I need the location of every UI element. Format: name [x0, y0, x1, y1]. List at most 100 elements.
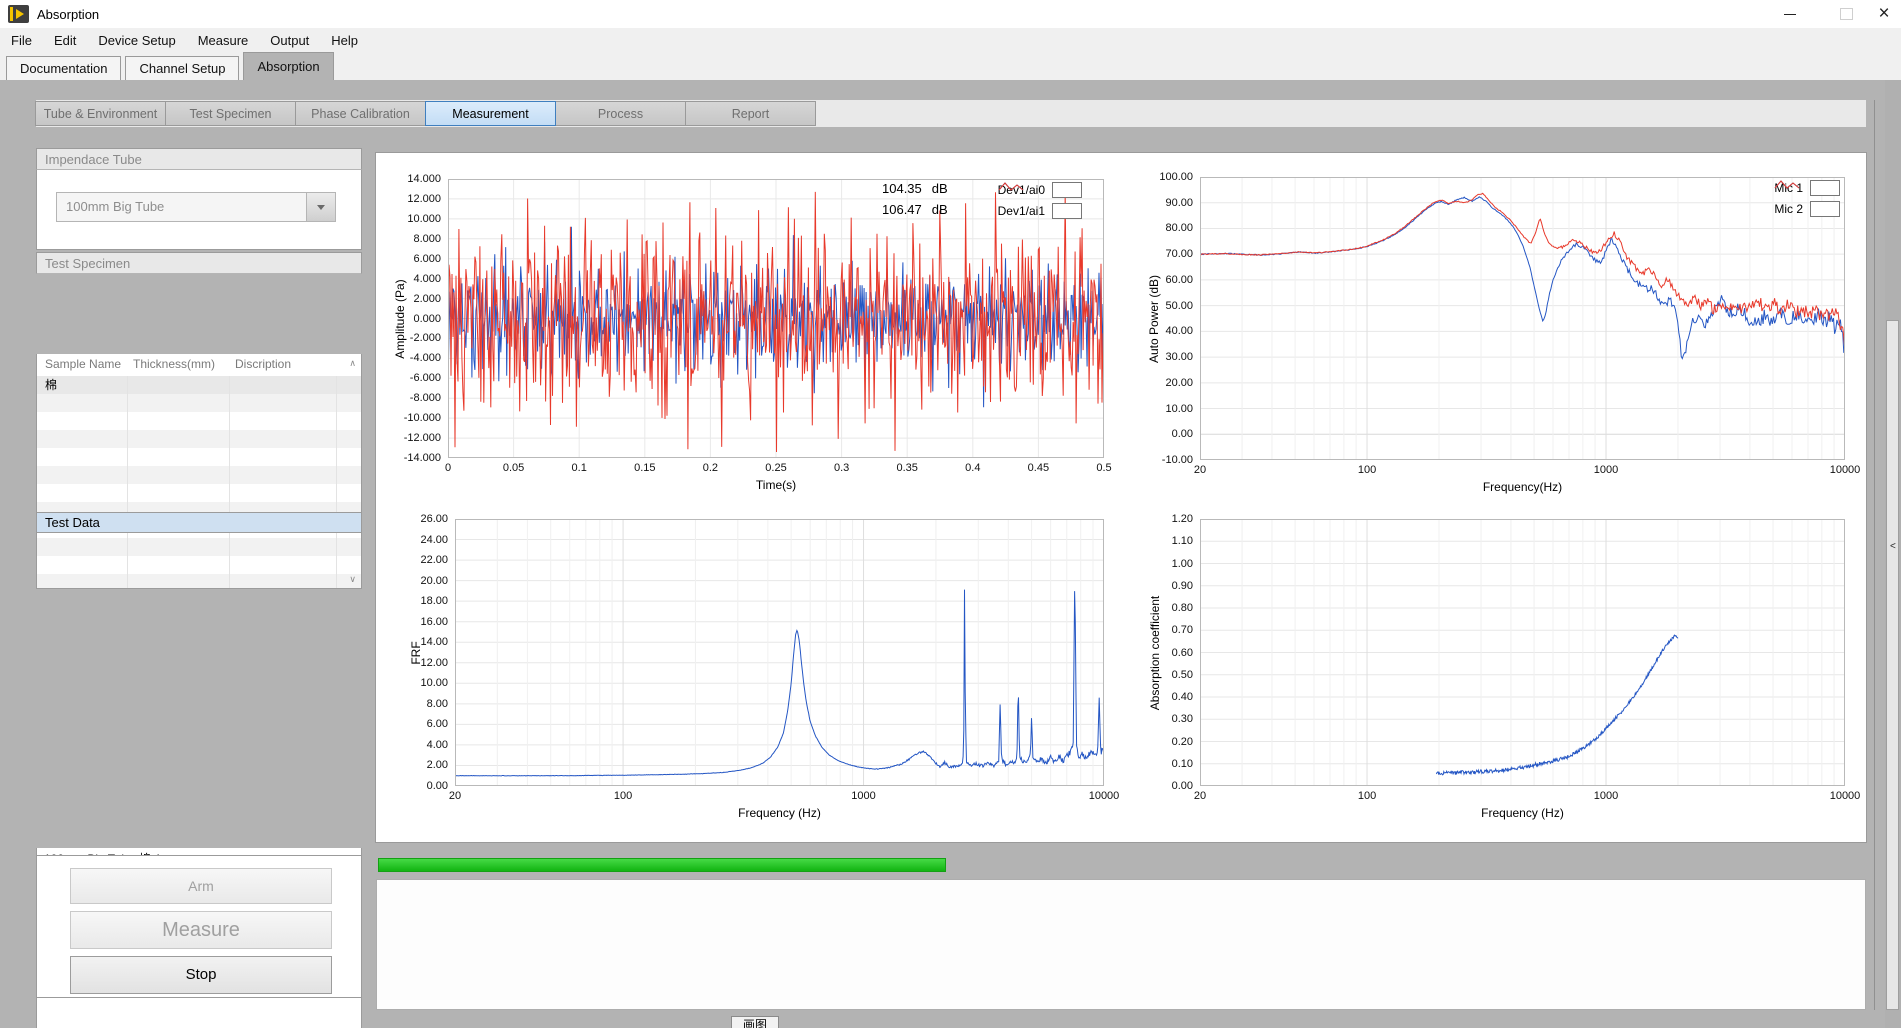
y-tick-label: 0.50 [1172, 669, 1193, 681]
y-tick-label: 22.00 [420, 554, 448, 566]
y-tick-label: 0.00 [1172, 428, 1193, 440]
control-button-panel: Arm Measure Stop [36, 855, 362, 998]
y-tick-label: -10.000 [404, 412, 441, 424]
y-tick-label: 1.10 [1172, 535, 1193, 547]
legend-entry[interactable]: Dev1/ai1 [998, 202, 1082, 219]
close-button[interactable]: × [1862, 0, 1901, 28]
menu-edit[interactable]: Edit [43, 28, 87, 53]
subtab-tube-environment[interactable]: Tube & Environment [35, 101, 166, 126]
auto-power-chart: Auto Power (dB) Frequency(Hz) Mic 1 Mic … [1200, 177, 1845, 460]
x-tick-label: 0.3 [834, 462, 849, 474]
x-tick-label: 100 [1358, 790, 1376, 802]
x-axis-label: Time(s) [756, 478, 796, 492]
y-tick-label: 2.000 [413, 293, 441, 305]
x-tick-label: 0.05 [503, 462, 524, 474]
tube-selected-value: 100mm Big Tube [57, 193, 306, 221]
menu-file[interactable]: File [0, 28, 43, 53]
bottom-tab-draw[interactable]: 画图 [731, 1016, 779, 1028]
menu-measure[interactable]: Measure [187, 28, 260, 53]
subtab-test-specimen[interactable]: Test Specimen [165, 101, 296, 126]
scrollbar-thumb[interactable]: < [1886, 320, 1899, 1010]
table-body: 棉 [37, 376, 361, 588]
y-tick-label: 80.00 [1165, 222, 1193, 234]
y-tick-label: 12.000 [407, 193, 441, 205]
y-tick-label: 0.30 [1172, 713, 1193, 725]
col-thickness: Thickness(mm) [133, 357, 215, 371]
measure-button[interactable]: Measure [70, 911, 332, 949]
y-tick-label: 14.000 [407, 173, 441, 185]
main-tab-strip: Documentation Channel Setup Absorption [0, 53, 1901, 80]
y-tick-label: 0.90 [1172, 580, 1193, 592]
y-tick-label: 26.00 [420, 513, 448, 525]
stop-button[interactable]: Stop [70, 956, 332, 994]
subtab-process[interactable]: Process [555, 101, 686, 126]
close-icon: × [1878, 0, 1889, 28]
x-tick-label: 1000 [1594, 790, 1618, 802]
column-divider [229, 376, 230, 588]
level-readouts: 104.35dB 106.47dB [882, 181, 948, 223]
y-tick-label: 20.00 [1165, 377, 1193, 389]
impedance-tube-header: Impendace Tube [36, 148, 362, 170]
impedance-tube-panel: 100mm Big Tube [36, 170, 362, 250]
subtab-report[interactable]: Report [685, 101, 816, 126]
y-tick-label: 0.00 [427, 780, 448, 792]
menu-output[interactable]: Output [259, 28, 320, 53]
tab-absorption[interactable]: Absorption [243, 52, 333, 80]
table-header-row: Sample Name Thickness(mm) Discription ∧ [37, 354, 361, 377]
y-tick-label: 0.000 [413, 313, 441, 325]
y-tick-label: 30.00 [1165, 351, 1193, 363]
tab-documentation[interactable]: Documentation [6, 56, 121, 80]
y-tick-label: 100.00 [1159, 171, 1193, 183]
y-tick-label: -8.000 [410, 392, 441, 404]
y-tick-label: 16.00 [420, 616, 448, 628]
col-sample-name: Sample Name [45, 357, 121, 371]
col-discription: Discription [235, 357, 291, 371]
trace-absorption-coefficient [1436, 635, 1678, 775]
x-tick-label: 0.5 [1096, 462, 1111, 474]
y-tick-label: 70.00 [1165, 248, 1193, 260]
y-tick-label: 12.00 [420, 657, 448, 669]
y-tick-label: 0.70 [1172, 624, 1193, 636]
test-specimen-header: Test Specimen [36, 252, 362, 274]
y-tick-label: 40.00 [1165, 325, 1193, 337]
x-tick-label: 10000 [1830, 464, 1861, 476]
plot-area [1200, 519, 1845, 786]
y-axis-label: Auto Power (dB) [1147, 274, 1161, 362]
plot-area [448, 179, 1104, 458]
tab-channel-setup[interactable]: Channel Setup [125, 56, 239, 80]
x-tick-label: 0.15 [634, 462, 655, 474]
subtab-phase-calibration[interactable]: Phase Calibration [295, 101, 426, 126]
arm-button[interactable]: Arm [70, 868, 332, 904]
y-tick-label: 0.80 [1172, 602, 1193, 614]
y-tick-label: 0.40 [1172, 691, 1193, 703]
x-tick-label: 0.2 [703, 462, 718, 474]
y-tick-label: 4.000 [413, 273, 441, 285]
table-row[interactable]: 棉 [37, 376, 361, 394]
x-tick-label: 0.4 [965, 462, 980, 474]
right-scrollbar[interactable]: < [1885, 80, 1901, 1028]
scroll-up-icon[interactable]: ∧ [349, 358, 356, 369]
y-tick-label: 2.00 [427, 759, 448, 771]
app-icon [8, 5, 29, 23]
scroll-down-icon[interactable]: ∨ [349, 574, 356, 585]
x-axis-label: Frequency (Hz) [1481, 806, 1564, 820]
trace-style-icon [1810, 180, 1840, 196]
menu-device-setup[interactable]: Device Setup [87, 28, 186, 53]
y-tick-label: -6.000 [410, 372, 441, 384]
minimize-button[interactable] [1768, 0, 1812, 28]
subtab-measurement[interactable]: Measurement [425, 101, 556, 126]
y-tick-label: 0.10 [1172, 758, 1193, 770]
x-tick-label: 10000 [1830, 790, 1861, 802]
menu-bar: File Edit Device Setup Measure Output He… [0, 28, 1901, 53]
legend-entry[interactable]: Mic 2 [1774, 200, 1840, 217]
tube-select-dropdown[interactable]: 100mm Big Tube [56, 192, 336, 222]
test-data-header: Test Data [36, 512, 362, 533]
trace-style-icon [1052, 182, 1082, 198]
dropdown-button[interactable] [306, 193, 335, 221]
frf-chart: FRF Frequency (Hz) 26.0024.0022.0020.001… [455, 519, 1104, 786]
y-tick-label: 1.20 [1172, 513, 1193, 525]
x-tick-label: 1000 [851, 790, 875, 802]
y-tick-label: 1.00 [1172, 558, 1193, 570]
menu-help[interactable]: Help [320, 28, 369, 53]
plot-legend: Mic 1 Mic 2 [1774, 179, 1840, 217]
